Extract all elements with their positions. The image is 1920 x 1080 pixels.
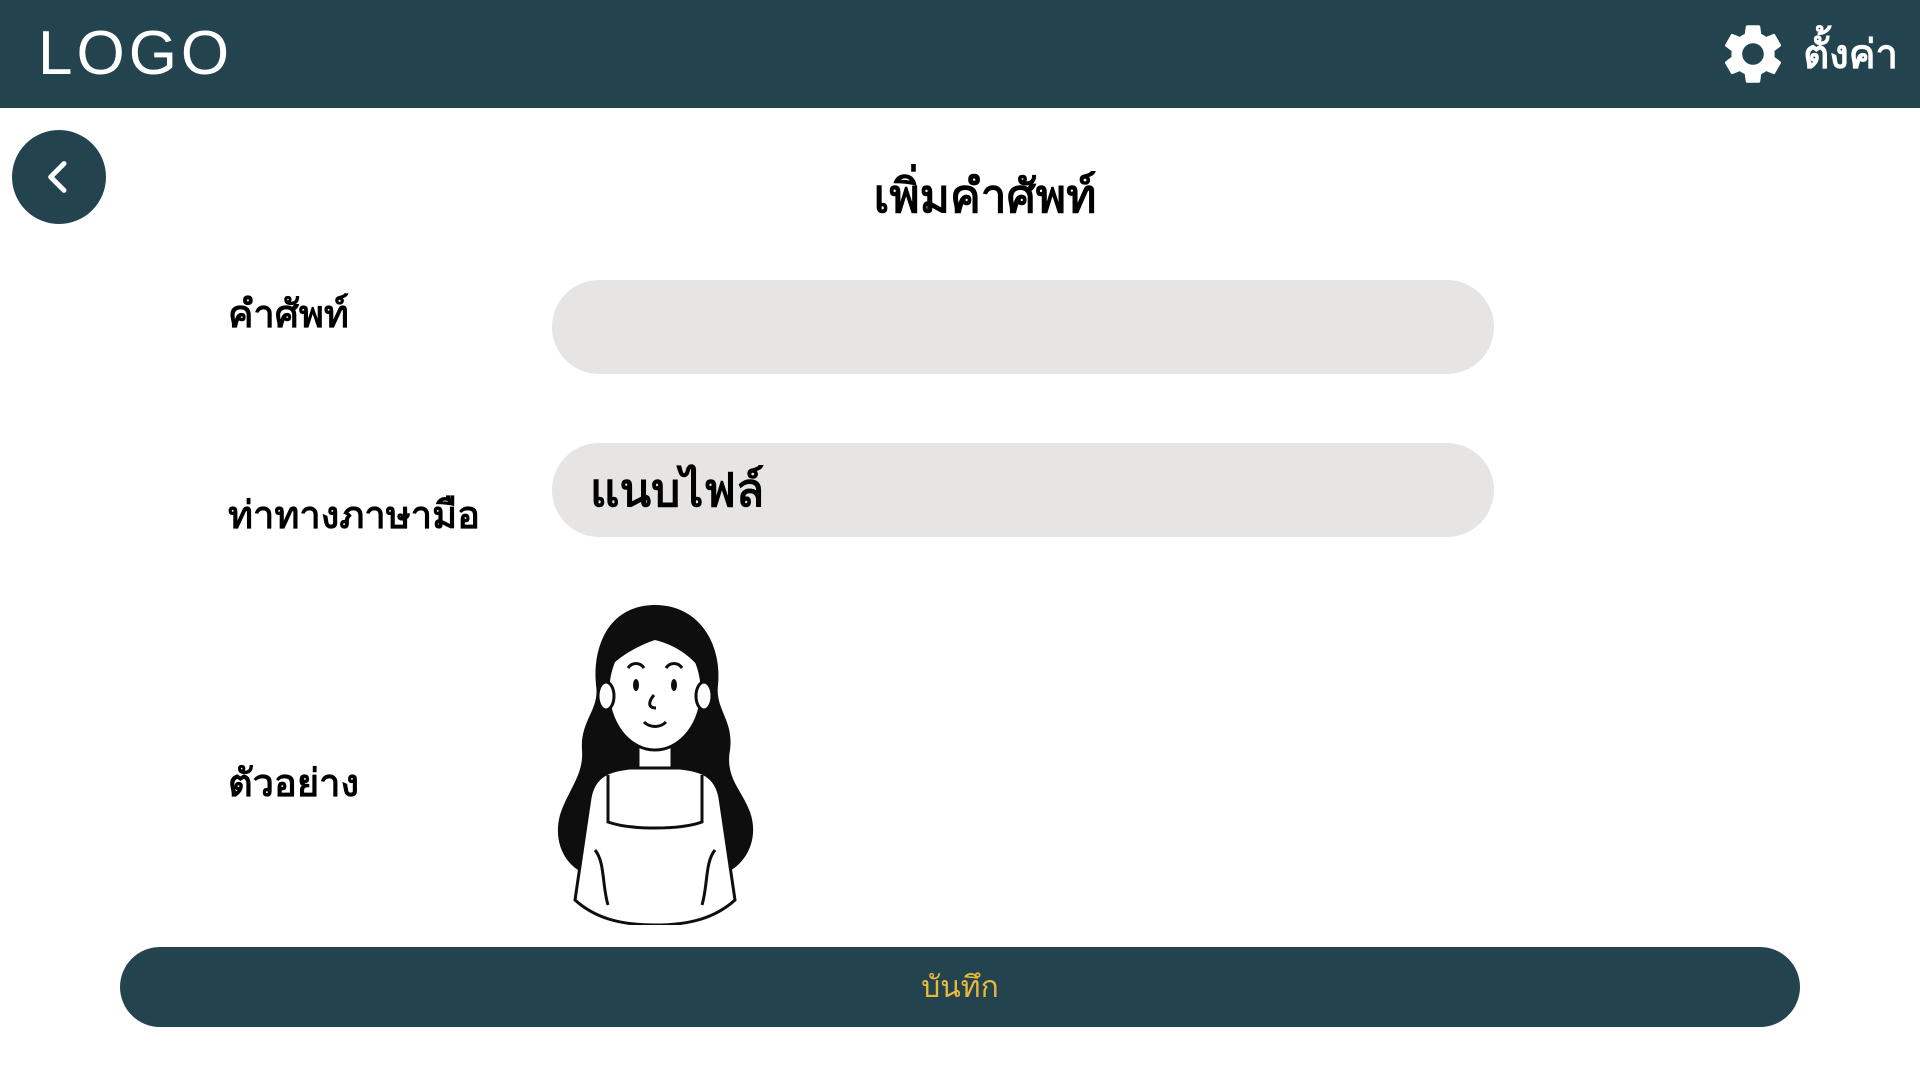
- save-button[interactable]: บันทึก: [120, 947, 1800, 1027]
- word-input[interactable]: [552, 280, 1494, 374]
- sign-gesture-label: ท่าทางภาษามือ: [228, 493, 480, 537]
- top-bar: LOGO ตั้งค่า: [0, 0, 1920, 108]
- logo: LOGO: [38, 19, 234, 88]
- settings-button[interactable]: ตั้งค่า: [1717, 14, 1898, 94]
- example-preview-image: [557, 605, 754, 925]
- word-label: คำศัพท์: [228, 292, 349, 336]
- example-label: ตัวอย่าง: [228, 761, 359, 805]
- gear-icon: [1725, 25, 1782, 83]
- page-title: เพิ่มคำศัพท์: [873, 169, 1097, 223]
- settings-label: ตั้งค่า: [1803, 32, 1898, 78]
- attach-file-text: แนบไฟล์: [590, 462, 765, 517]
- attach-file-field[interactable]: แนบไฟล์: [552, 443, 1494, 537]
